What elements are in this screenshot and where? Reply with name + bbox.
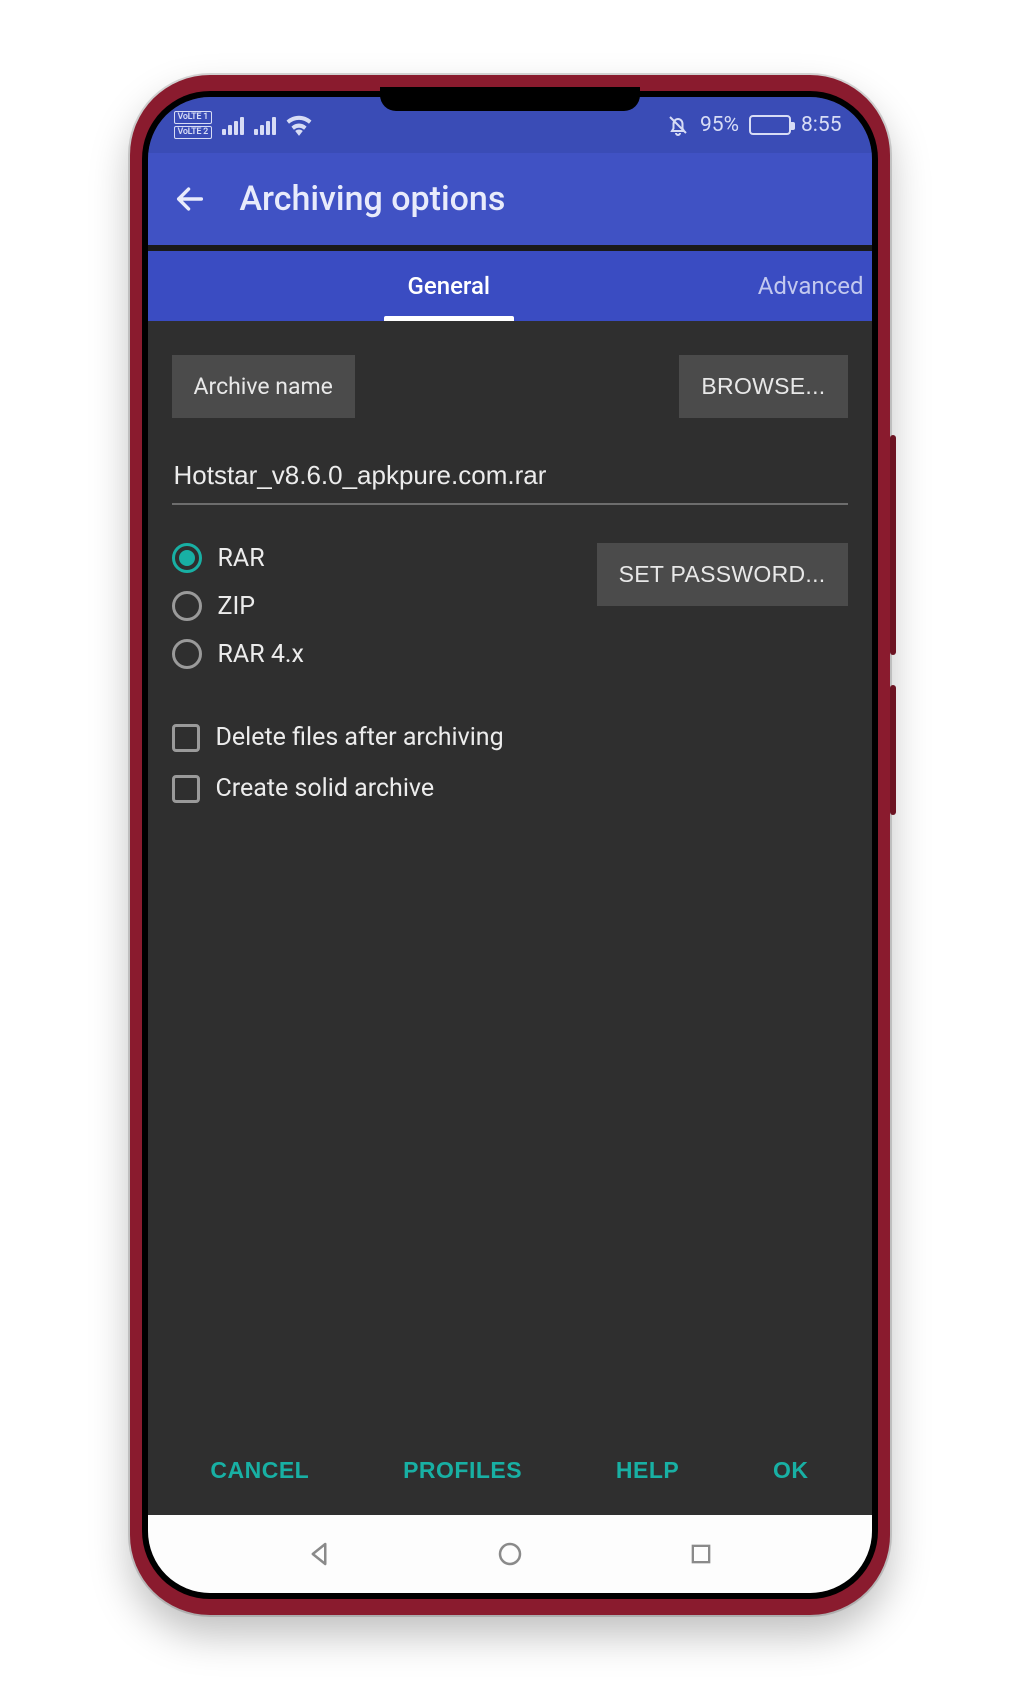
- tab-advanced-label: Advanced: [758, 272, 864, 300]
- content: Archive name BROWSE... RAR ZIP: [148, 321, 872, 1425]
- radio-rar-label: RAR: [218, 544, 265, 573]
- set-password-button[interactable]: SET PASSWORD...: [597, 543, 848, 606]
- archive-name-row: Archive name BROWSE...: [172, 355, 848, 418]
- phone-frame: VoLTE 1 VoLTE 2 95% 8:55: [130, 75, 890, 1615]
- profiles-button[interactable]: PROFILES: [393, 1443, 532, 1498]
- app-bar: Archiving options: [148, 153, 872, 245]
- volte-badge-1: VoLTE 1: [174, 111, 212, 124]
- checkbox-solid-archive-label: Create solid archive: [216, 774, 435, 803]
- phone-volume-button: [890, 435, 896, 655]
- help-button[interactable]: HELP: [606, 1443, 689, 1498]
- tabs: General Advanced: [148, 251, 872, 321]
- nav-back-icon[interactable]: [299, 1534, 339, 1574]
- tab-general[interactable]: General: [378, 251, 521, 321]
- screen: VoLTE 1 VoLTE 2 95% 8:55: [148, 97, 872, 1593]
- cancel-button[interactable]: CANCEL: [200, 1443, 319, 1498]
- ok-button[interactable]: OK: [763, 1443, 819, 1498]
- signal-icon-2: [254, 115, 276, 135]
- nav-home-icon[interactable]: [490, 1534, 530, 1574]
- format-block: RAR ZIP RAR 4.x SET PASSWORD...: [172, 543, 848, 669]
- radio-icon: [172, 639, 202, 669]
- status-time: 8:55: [801, 113, 842, 137]
- status-left: VoLTE 1 VoLTE 2: [174, 111, 312, 139]
- checkbox-group: Delete files after archiving Create soli…: [172, 723, 848, 803]
- phone-bezel: VoLTE 1 VoLTE 2 95% 8:55: [142, 91, 878, 1599]
- phone-power-button: [890, 685, 896, 815]
- radio-rar[interactable]: RAR: [172, 543, 304, 573]
- radio-rar4-label: RAR 4.x: [218, 640, 304, 669]
- phone-notch: [380, 87, 640, 111]
- mute-icon: [666, 113, 690, 137]
- format-radios: RAR ZIP RAR 4.x: [172, 543, 304, 669]
- radio-zip[interactable]: ZIP: [172, 591, 304, 621]
- checkbox-solid-archive[interactable]: Create solid archive: [172, 774, 848, 803]
- archive-name-input[interactable]: [172, 452, 848, 505]
- tab-general-label: General: [408, 272, 491, 300]
- archive-name-label: Archive name: [172, 355, 355, 418]
- page-title: Archiving options: [240, 179, 506, 219]
- checkbox-delete-after-label: Delete files after archiving: [216, 723, 504, 752]
- back-button[interactable]: [166, 175, 214, 223]
- checkbox-icon: [172, 724, 200, 752]
- volte-badge-2: VoLTE 2: [174, 126, 212, 139]
- browse-button[interactable]: BROWSE...: [679, 355, 847, 418]
- volte-indicators: VoLTE 1 VoLTE 2: [174, 111, 212, 139]
- radio-zip-label: ZIP: [218, 592, 256, 621]
- radio-icon: [172, 543, 202, 573]
- signal-icon-1: [222, 115, 244, 135]
- wifi-icon: [286, 114, 312, 136]
- footer-actions: CANCEL PROFILES HELP OK: [148, 1425, 872, 1515]
- nav-recents-icon[interactable]: [681, 1534, 721, 1574]
- radio-rar4[interactable]: RAR 4.x: [172, 639, 304, 669]
- radio-icon: [172, 591, 202, 621]
- checkbox-delete-after[interactable]: Delete files after archiving: [172, 723, 848, 752]
- android-nav-bar: [148, 1515, 872, 1593]
- battery-percent: 95%: [700, 113, 739, 137]
- checkbox-icon: [172, 775, 200, 803]
- status-right: 95% 8:55: [666, 113, 842, 137]
- battery-icon: [749, 115, 791, 135]
- tab-advanced[interactable]: Advanced: [728, 251, 872, 321]
